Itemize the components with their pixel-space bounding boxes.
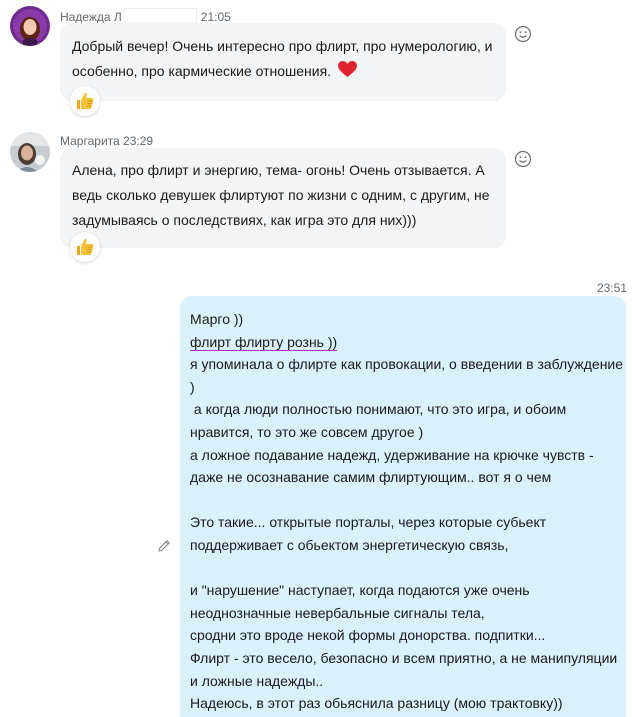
reaction-badge[interactable] <box>70 86 100 116</box>
message-text-line: а когда люди полностью понимают, что это… <box>190 401 567 418</box>
thumbs-up-emoji <box>77 92 94 109</box>
message-text-line: даже не осознавание самим флиртующим.. в… <box>190 469 552 486</box>
message-text-line: Алена, про флирт и энергию, тема- огонь!… <box>72 162 485 178</box>
sender-name: Маргарита <box>60 134 120 148</box>
redacted-surname <box>122 8 197 23</box>
message-bubble: Добрый вечер! Очень интересно про флирт,… <box>60 23 506 101</box>
avatar-nadezhda[interactable] <box>10 6 50 46</box>
add-reaction-icon[interactable] <box>514 150 532 168</box>
message-text-line: Флирт - это весело, безопасно и всем при… <box>190 649 618 666</box>
message-text-line: особенно, про кармические отношения. <box>72 59 494 84</box>
message-text-line: нравится, то это же совсем другое ) <box>190 423 424 440</box>
message-text-line: я упоминала о флирте как провокации, о в… <box>190 356 624 373</box>
heart-emoji <box>338 61 357 78</box>
message-time: 21:05 <box>200 10 231 24</box>
underlined-phrase: флирт флирту рознь )) <box>190 333 338 351</box>
message-text-line: флирт флирту рознь )) <box>190 331 616 354</box>
message-text-line: а ложное подавание надежд, удерживание н… <box>190 446 594 463</box>
message-text-line: задумываясь о последствиях, как игра это… <box>72 212 417 228</box>
sender-name: Надежда Л <box>60 10 122 24</box>
message-text-line: и ложные надежды.. <box>190 672 324 689</box>
message-text-line <box>190 557 616 580</box>
message-text-line: Добрый вечер! Очень интересно про флирт,… <box>72 38 493 54</box>
message-time: 23:51 <box>597 281 628 295</box>
message-text-line: Надеюсь, в этот раз обьяснила разницу (м… <box>190 695 563 712</box>
message-text-line: сродни это вроде некой формы донорства. … <box>190 627 546 644</box>
message-text-line: поддерживает с обьектом энергетическую с… <box>190 536 509 553</box>
message-text: особенно, про кармические отношения. <box>72 63 332 79</box>
message-time: 23:29 <box>123 134 154 148</box>
avatar-margarita[interactable] <box>10 132 50 172</box>
message-bubble: Алена, про флирт и энергию, тема- огонь!… <box>60 148 506 248</box>
message-text-line: и "нарушение" наступает, когда подаются … <box>190 582 530 599</box>
message-text-line: ) <box>190 378 195 395</box>
message-text-line <box>190 489 616 512</box>
thumbs-up-emoji <box>77 238 94 255</box>
message-text-line: неоднозначные невербальные сигналы тела, <box>190 604 485 621</box>
message-sender-line: Маргарита 23:29 <box>60 134 153 148</box>
reaction-badge[interactable] <box>70 232 100 262</box>
message-text-line: ведь сколько девушек флиртуют по жизни с… <box>72 187 490 203</box>
add-reaction-icon[interactable] <box>514 25 532 43</box>
message-bubble-outgoing: Марго )) флирт флирту рознь )) я упомина… <box>180 296 626 717</box>
message-text-line: Марго )) <box>190 311 244 327</box>
message-sender-line: Надежда Л 21:05 <box>60 8 231 24</box>
edit-pencil-icon[interactable] <box>156 538 172 554</box>
message-text-line: Это такие... открытые порталы, через кот… <box>190 514 547 531</box>
